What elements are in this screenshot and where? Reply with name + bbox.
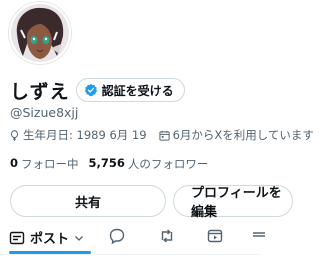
user-handle: @Sizue8xjj <box>10 105 79 120</box>
joined-text: 6月からXを利用しています <box>172 128 314 142</box>
tab-feed-icon <box>9 231 25 244</box>
edit-profile-button[interactable]: プロフィールを編集 <box>173 185 293 220</box>
tab-posts[interactable]: ポスト <box>9 228 84 247</box>
tab-divider <box>0 254 260 255</box>
followers-count: 5,756 <box>88 156 125 170</box>
reply-icon[interactable] <box>108 227 126 245</box>
avatar[interactable] <box>9 2 71 64</box>
joined-item: 6月からXを利用しています <box>158 127 314 143</box>
balloon-icon <box>10 129 19 141</box>
share-button[interactable]: 共有 <box>10 185 166 217</box>
avatar-image <box>11 4 69 62</box>
following-count: 0 <box>10 156 19 170</box>
share-button-label: 共有 <box>74 195 101 211</box>
media-icon[interactable] <box>206 227 224 245</box>
retweet-icon[interactable] <box>158 227 176 245</box>
edit-profile-label: プロフィールを編集 <box>191 186 282 220</box>
followers-label: 人のフォロワー <box>127 157 209 171</box>
verified-badge-icon <box>84 83 97 97</box>
more-tab-icon[interactable] <box>250 227 268 245</box>
chevron-down-icon <box>75 235 83 241</box>
calendar-icon <box>158 130 170 141</box>
tab-posts-label: ポスト <box>30 232 70 247</box>
following-link[interactable]: 0 フォロー中 <box>10 156 79 172</box>
get-verified-button[interactable]: 認証を受ける <box>75 78 185 102</box>
get-verified-label: 認証を受ける <box>101 83 174 98</box>
followers-link[interactable]: 5,756 人のフォロワー <box>89 156 209 172</box>
following-label: フォロー中 <box>21 157 79 171</box>
birthday-text: 生年月日: 1989 6月 19 <box>23 128 147 142</box>
profile-meta: 生年月日: 1989 6月 19 6月からXを利用しています <box>9 127 314 143</box>
display-name: しずえ <box>10 80 70 103</box>
birthday-item: 生年月日: 1989 6月 19 <box>9 127 147 143</box>
profile-name-row: しずえ 認証を受ける <box>10 77 185 103</box>
follow-stats: 0 フォロー中 5,756 人のフォロワー <box>10 156 218 172</box>
profile-tab-bar: ポスト <box>0 222 265 254</box>
